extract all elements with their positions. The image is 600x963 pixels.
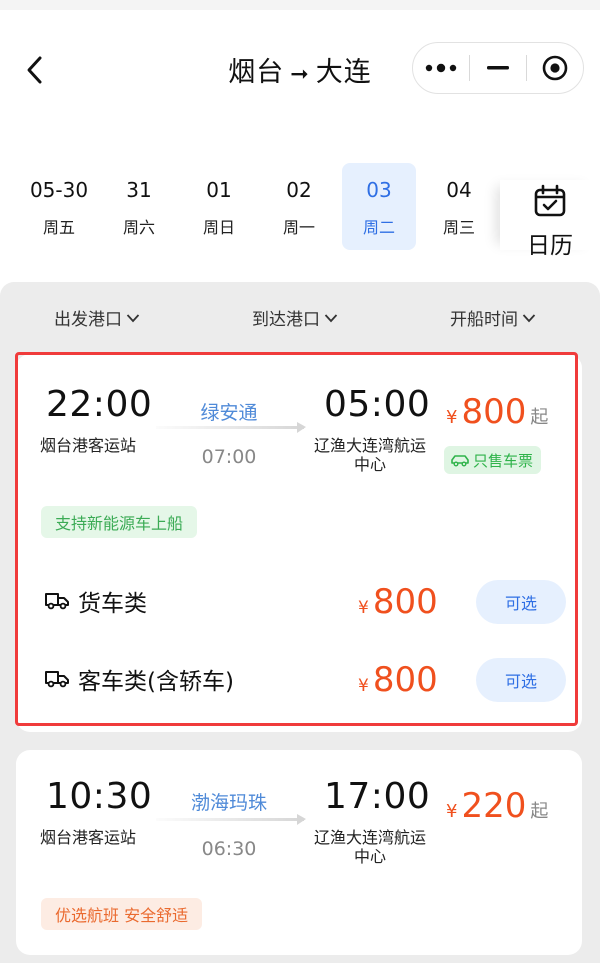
departure-time: 10:30	[46, 776, 153, 817]
route-line	[156, 422, 306, 433]
nav-header: 烟台 ➞ 大连	[0, 10, 600, 120]
vehicle-type-label: 客车类(含轿车)	[78, 669, 234, 695]
vehicle-price: ¥ 800	[358, 660, 438, 700]
currency-symbol: ¥	[446, 407, 458, 428]
select-truck-button[interactable]: 可选	[476, 580, 566, 624]
date-item[interactable]: 04 周三	[422, 163, 496, 250]
date-number: 03	[366, 178, 392, 202]
filter-bar: 出发港口 到达港口 开船时间	[0, 300, 600, 336]
calendar-label: 日历	[527, 233, 573, 259]
destination-city: 大连	[315, 57, 372, 88]
miniapp-capsule	[412, 42, 584, 94]
vehicle-option-row: 客车类(含轿车) ¥ 800 可选	[44, 658, 574, 702]
date-weekday: 周六	[122, 218, 155, 237]
date-number: 01	[206, 178, 232, 202]
chevron-down-icon	[522, 313, 536, 322]
vehicle-price: ¥ 800	[358, 582, 438, 622]
date-item-selected[interactable]: 03 周二	[342, 163, 416, 250]
arrival-port: 辽渔大连湾航运中心	[313, 436, 426, 474]
arrival-time: 17:00	[324, 776, 431, 817]
select-passenger-car-button[interactable]: 可选	[476, 658, 566, 702]
vehicle-type-label: 货车类	[78, 591, 147, 617]
route-line	[156, 814, 306, 825]
trip-price: ¥ 220 起	[446, 786, 548, 826]
trip-card[interactable]: 22:00 烟台港客运站 绿安通 07:00 05:00 辽渔大连湾航运中心 ¥…	[16, 354, 582, 732]
date-number: 02	[286, 178, 312, 202]
price-value: 800	[372, 660, 438, 700]
status-bar	[0, 0, 600, 10]
price-value: 800	[461, 392, 527, 432]
feature-tag: 优选航班 安全舒适	[41, 898, 203, 930]
more-button[interactable]	[413, 43, 469, 93]
date-weekday: 周五	[42, 218, 75, 237]
date-item[interactable]: 02 周一	[262, 163, 336, 250]
currency-symbol: ¥	[446, 801, 458, 822]
minimize-button[interactable]	[470, 43, 526, 93]
date-weekday: 周三	[442, 218, 475, 237]
filter-departure-port[interactable]: 出发港口	[54, 305, 140, 330]
date-weekday: 周二	[362, 218, 395, 237]
date-weekday: 周日	[202, 218, 235, 237]
truck-icon	[45, 671, 69, 688]
chevron-down-icon	[126, 313, 140, 322]
price-suffix: 起	[530, 801, 549, 822]
date-selector: 05-30 周五 31 周六 01 周日 02 周一 03 周二 04 周三 日…	[0, 160, 600, 260]
ship-name: 绿安通	[200, 402, 258, 424]
route-arrow-icon: ➞	[290, 62, 310, 87]
origin-city: 烟台	[228, 57, 285, 88]
target-circle-icon	[542, 55, 568, 81]
feature-tag: 支持新能源车上船	[41, 506, 198, 538]
currency-symbol: ¥	[358, 598, 369, 618]
calendar-icon	[534, 184, 566, 217]
date-item[interactable]: 05-30 周五	[22, 163, 96, 250]
arrival-time: 05:00	[324, 384, 431, 425]
badge-label: 只售车票	[473, 451, 534, 470]
filter-arrival-port[interactable]: 到达港口	[252, 305, 338, 330]
filter-label: 出发港口	[54, 310, 122, 330]
trip-card[interactable]: 10:30 烟台港客运站 渤海玛珠 06:30 17:00 辽渔大连湾航运中心 …	[16, 750, 582, 955]
price-value: 220	[461, 786, 527, 826]
price-value: 800	[372, 582, 438, 622]
close-miniapp-button[interactable]	[527, 43, 583, 93]
price-suffix: 起	[530, 407, 549, 428]
currency-symbol: ¥	[358, 676, 369, 696]
date-number: 31	[126, 178, 152, 202]
date-number: 04	[446, 178, 472, 202]
date-number: 05-30	[29, 178, 89, 202]
filter-label: 到达港口	[252, 310, 320, 330]
vehicle-only-badge: 只售车票	[444, 446, 542, 474]
arrival-port: 辽渔大连湾航运中心	[313, 828, 426, 866]
departure-time: 22:00	[46, 384, 153, 425]
vehicle-option-row: 货车类 ¥ 800 可选	[44, 580, 574, 624]
car-icon	[451, 455, 469, 467]
date-item[interactable]: 01 周日	[182, 163, 256, 250]
trip-duration: 06:30	[201, 838, 257, 860]
date-item[interactable]: 31 周六	[102, 163, 176, 250]
trip-price: ¥ 800 起	[446, 392, 548, 432]
filter-sail-time[interactable]: 开船时间	[450, 305, 536, 330]
calendar-button[interactable]: 日历	[500, 180, 600, 259]
more-dots-icon	[425, 63, 457, 73]
departure-port: 烟台港客运站	[40, 828, 137, 847]
truck-icon	[45, 593, 69, 610]
filter-label: 开船时间	[450, 310, 518, 330]
departure-port: 烟台港客运站	[40, 436, 137, 455]
minus-icon	[487, 66, 509, 70]
chevron-down-icon	[324, 313, 338, 322]
ship-name: 渤海玛珠	[190, 792, 267, 814]
trip-duration: 07:00	[201, 446, 257, 468]
date-weekday: 周一	[282, 218, 315, 237]
